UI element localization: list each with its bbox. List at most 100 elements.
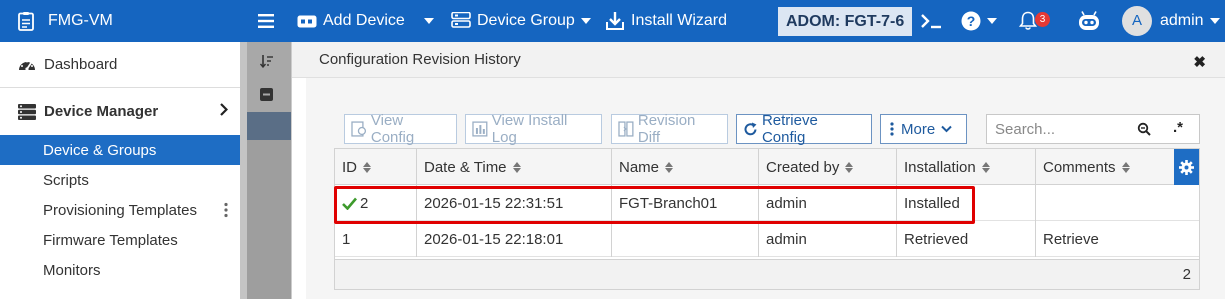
revision-diff-icon [618,121,634,137]
add-device-button[interactable]: Add Device [289,0,413,42]
terminal-icon [921,14,941,29]
notification-badge: 3 [1035,12,1050,27]
notifications-button[interactable]: 3 [1019,0,1059,42]
device-group-button[interactable]: Device Group [443,0,599,42]
view-config-icon [351,121,367,137]
add-device-dropdown[interactable] [410,0,442,42]
sort-icon [363,161,371,173]
column-header-created-by[interactable]: Created by [759,149,897,185]
sidebar-item-provisioning-templates[interactable]: Provisioning Templates [0,195,240,225]
revision-diff-label: Revision Diff [637,112,696,146]
sort-icon [1121,161,1130,173]
cli-console-button[interactable] [920,0,942,42]
cell-name [612,221,759,257]
vertical-ellipsis-icon [890,122,894,136]
add-device-icon [297,15,317,27]
top-navigation-bar: FMG-VM Add Device Device Group Install W… [0,0,1225,42]
sort-icon [981,161,990,173]
cell-id: 1 [335,221,417,257]
table-row[interactable]: 2 2026-01-15 22:31:51 FGT-Branch01 admin… [335,185,1199,221]
sidebar-item-label: Provisioning Templates [43,201,197,219]
view-config-button[interactable]: View Config [344,112,457,146]
view-config-label: View Config [370,112,415,146]
help-menu-button[interactable]: ? [961,0,997,42]
app-brand: FMG-VM [0,11,245,31]
cell-installation: Installed [897,185,1036,221]
chevron-down-icon [1209,18,1220,24]
cell-created-by: admin [759,185,897,221]
device-group-label: Device Group [477,12,575,29]
sidebar-item-dashboard[interactable]: Dashboard [0,42,240,87]
sidebar-item-scripts[interactable]: Scripts [0,165,240,195]
revision-diff-button[interactable]: Revision Diff [611,112,728,146]
dialog-title: Configuration Revision History [319,51,521,68]
sidebar-item-device-groups[interactable]: Device & Groups [0,135,240,165]
cell-id: 2 [335,185,417,221]
chevron-down-icon [424,18,434,24]
chevron-down-icon [987,18,997,24]
search-field[interactable]: Search... .* [986,114,1200,144]
close-icon[interactable]: ✖ [1193,53,1206,71]
view-install-log-label: View Install Log [491,112,568,146]
cell-datetime: 2026-01-15 22:31:51 [417,185,612,221]
sidebar-item-label: Device & Groups [43,141,157,159]
install-icon [606,12,624,30]
avatar: A [1122,6,1152,36]
checkmark-icon [342,197,357,210]
chevron-down-icon [941,125,952,133]
dashboard-gauge-icon [19,60,35,71]
view-install-log-button[interactable]: View Install Log [465,112,602,146]
sidebar-item-label: Firmware Templates [43,231,178,249]
chevron-down-icon [580,18,591,24]
install-wizard-button[interactable]: Install Wizard [597,0,735,42]
column-settings-button[interactable] [1174,149,1199,185]
search-input[interactable]: Search... [995,121,1055,138]
more-label: More [901,120,936,138]
cell-created-by: admin [759,221,897,257]
cell-comments: Retrieve [1043,230,1099,248]
clipboard-icon [18,12,34,31]
sidebar-item-monitors[interactable]: Monitors [0,255,240,285]
column-header-comments[interactable]: Comments [1036,149,1174,185]
sidebar-item-device-manager[interactable]: Device Manager [0,87,240,135]
sidebar: Dashboard Device Manager Device & Groups… [0,42,240,299]
sidebar-item-label: Scripts [43,171,89,189]
adom-selector[interactable]: ADOM: FGT-7-6 [778,7,913,36]
search-icon[interactable] [1137,122,1151,136]
revision-toolbar: View Config View Install Log Revision Di… [344,112,1200,146]
dialog-header: Configuration Revision History ✖ [292,42,1225,78]
column-header-id[interactable]: ID [335,149,417,185]
sort-icon [665,161,674,173]
total-count: 2 [1182,266,1191,283]
column-header-installation[interactable]: Installation [897,149,1036,185]
more-menu-button[interactable]: More [880,114,967,144]
svg-text:?: ? [967,13,976,29]
hamburger-menu-button[interactable] [250,0,288,42]
table-header: ID Date & Time Name Created by Installat… [335,149,1199,185]
kebab-menu-icon[interactable] [224,202,228,218]
column-header-datetime[interactable]: Date & Time [417,149,612,185]
assistant-bot-button[interactable] [1077,0,1101,42]
table-row[interactable]: 1 2026-01-15 22:18:01 admin Retrieved Re… [335,221,1199,257]
user-menu-button[interactable]: A admin [1122,0,1220,42]
sidebar-item-firmware-templates[interactable]: Firmware Templates [0,225,240,255]
device-group-icon [451,12,471,28]
add-device-label: Add Device [323,12,405,29]
cell-comments [1036,185,1199,221]
install-wizard-label: Install Wizard [631,12,728,29]
table-footer: 2 [335,259,1199,289]
gear-icon [1179,159,1194,175]
chevron-right-icon [220,103,228,116]
retrieve-config-button[interactable]: Retrieve Config [736,112,872,146]
sort-icon [260,55,273,68]
sidebar-scrollbar[interactable] [240,42,247,299]
cell-installation: Retrieved [897,221,1036,257]
hamburger-icon [258,14,274,28]
column-header-name[interactable]: Name [612,149,759,185]
app-name: FMG-VM [48,12,113,29]
sidebar-item-label: Monitors [43,261,101,279]
help-icon: ? [961,11,981,31]
sort-icon [512,161,521,173]
cell-datetime: 2026-01-15 22:18:01 [417,221,612,257]
regex-toggle[interactable]: .* [1173,119,1183,136]
